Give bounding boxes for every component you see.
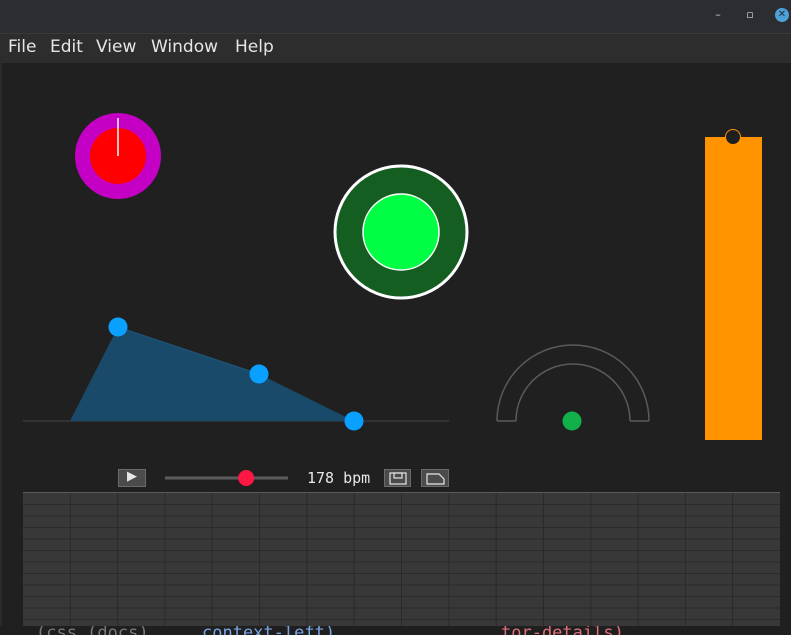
arc-outer <box>496 344 650 422</box>
envelope-point-release[interactable] <box>344 411 364 431</box>
envelope-point-attack[interactable] <box>108 317 128 337</box>
save-icon <box>389 472 407 485</box>
folder-icon <box>426 473 445 485</box>
code-fragment-3: tor-details) <box>501 626 624 635</box>
play-icon: ▶ <box>127 469 137 484</box>
save-pattern-button[interactable] <box>384 469 411 487</box>
toggle-button[interactable] <box>333 164 469 300</box>
tempo-readout: 178 bpm <box>307 469 371 487</box>
load-pattern-button[interactable] <box>421 469 449 487</box>
code-fragment-2: context-left) <box>202 626 335 635</box>
arc-slider[interactable] <box>496 344 650 431</box>
tempo-slider-thumb[interactable] <box>238 470 255 486</box>
envelope-editor[interactable] <box>23 317 449 431</box>
vertical-fader[interactable] <box>705 129 762 441</box>
fader-handle[interactable] <box>725 129 741 145</box>
code-fragment-1: (css (docs) <box>36 626 149 635</box>
play-button[interactable]: ▶ <box>118 469 146 487</box>
envelope-point-decay[interactable] <box>249 364 269 384</box>
toggle-center <box>362 193 440 271</box>
fader-body <box>705 137 762 440</box>
envelope-shape <box>70 327 354 421</box>
background-code-strip: (css (docs) context-left) tor-details) <box>0 626 791 635</box>
app-window: – ▫ ✕ File Edit View Window Help ▶ 178 b… <box>0 0 791 635</box>
step-sequencer-grid[interactable] <box>23 492 780 631</box>
arc-thumb[interactable] <box>562 411 582 431</box>
rotary-knob[interactable] <box>75 113 161 199</box>
sequencer-cells[interactable] <box>23 493 780 631</box>
